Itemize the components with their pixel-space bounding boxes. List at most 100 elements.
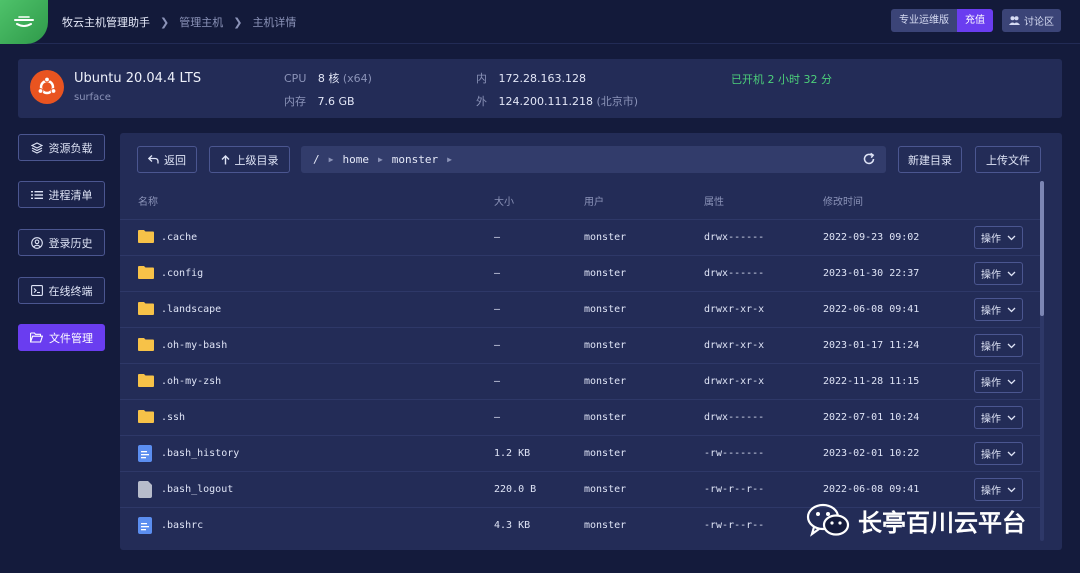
sidebar-item-login-history[interactable]: 登录历史: [18, 229, 105, 256]
path-segment[interactable]: home: [342, 153, 369, 166]
plan-group: 专业运维版 充值: [891, 9, 993, 32]
file-user: monster: [584, 340, 627, 351]
return-icon: [148, 155, 159, 164]
file-permissions: -rw-r--r--: [704, 520, 765, 531]
inner-ip: 172.28.163.128: [498, 72, 586, 85]
cpu-value: 8 核: [317, 72, 340, 85]
file-name[interactable]: .bash_history: [161, 448, 239, 459]
actions-dropdown[interactable]: 操作: [974, 442, 1023, 465]
sidebar-item-label: 进程清单: [48, 188, 93, 202]
file-permissions: drwxr-xr-x: [704, 376, 765, 387]
path-root[interactable]: /: [313, 153, 320, 166]
cpu-info: CPU 8 核 (x64): [284, 70, 372, 86]
file-permissions: -rw-r--r--: [704, 484, 765, 495]
scrollbar[interactable]: [1040, 181, 1044, 541]
file-permissions: drwx------: [704, 268, 765, 279]
caret-right-icon: ▶: [447, 155, 452, 164]
watermark-text: 长亭百川云平台: [858, 508, 1026, 537]
scrollbar-thumb[interactable]: [1040, 181, 1044, 316]
file-user: monster: [584, 484, 627, 495]
column-name[interactable]: 名称: [138, 193, 158, 208]
plan-badge[interactable]: 专业运维版: [891, 9, 957, 32]
actions-dropdown[interactable]: 操作: [974, 226, 1023, 249]
file-name[interactable]: .bash_logout: [161, 484, 233, 495]
sidebar-item-resource-load[interactable]: 资源负载: [18, 134, 105, 161]
file-modified: 2023-02-01 10:22: [823, 448, 920, 459]
file-user: monster: [584, 448, 627, 459]
sidebar-item-label: 登录历史: [48, 236, 93, 250]
path-segment[interactable]: monster: [392, 153, 438, 166]
table-row[interactable]: .landscape – monster drwxr-xr-x 2022-06-08 0…: [120, 291, 1040, 327]
ubuntu-icon: [30, 70, 64, 104]
column-permissions[interactable]: 属性: [704, 193, 724, 208]
chevron-down-icon: [1007, 451, 1016, 456]
path-bar[interactable]: / ▶ home ▶ monster ▶: [301, 146, 886, 173]
upload-file-button[interactable]: 上传文件: [975, 146, 1041, 173]
file-name[interactable]: .landscape: [161, 304, 221, 315]
parent-dir-button[interactable]: 上级目录: [209, 146, 290, 173]
file-size: –: [494, 304, 501, 315]
column-user[interactable]: 用户: [584, 193, 604, 208]
actions-label: 操作: [981, 342, 1001, 353]
app-logo[interactable]: [0, 0, 48, 44]
file-name[interactable]: .cache: [161, 232, 197, 243]
file-size: –: [494, 340, 501, 351]
layers-icon: [30, 141, 43, 154]
file-name[interactable]: .ssh: [161, 412, 185, 423]
text-file-icon: [138, 517, 152, 537]
uptime-status: 已开机 2 小时 32 分: [731, 73, 832, 86]
file-modified: 2022-09-23 09:02: [823, 232, 920, 243]
file-size: –: [494, 268, 501, 279]
table-row[interactable]: .config – monster drwx------ 2023-01-30 22:3…: [120, 255, 1040, 291]
user-circle-icon: [30, 236, 43, 249]
file-size: –: [494, 412, 501, 423]
folder-icon: [138, 409, 154, 426]
sidebar-item-label: 在线终端: [48, 284, 93, 298]
forum-button[interactable]: 讨论区: [1002, 9, 1061, 32]
recharge-button[interactable]: 充值: [957, 9, 993, 32]
actions-label: 操作: [981, 450, 1001, 461]
arrow-up-icon: [221, 154, 229, 164]
actions-dropdown[interactable]: 操作: [974, 406, 1023, 429]
refresh-icon[interactable]: [862, 152, 876, 166]
sidebar-item-process-list[interactable]: 进程清单: [18, 181, 105, 208]
table-row[interactable]: .cache – monster drwx------ 2022-09-23 09:02…: [120, 219, 1040, 255]
actions-dropdown[interactable]: 操作: [974, 370, 1023, 393]
breadcrumb-home[interactable]: 牧云主机管理助手: [62, 14, 150, 30]
sidebar-item-file-manager[interactable]: 文件管理: [18, 324, 105, 351]
sidebar-item-terminal[interactable]: 在线终端: [18, 277, 105, 304]
actions-label: 操作: [981, 486, 1001, 497]
table-row[interactable]: .ssh – monster drwx------ 2022-07-01 10:24 操作: [120, 399, 1040, 435]
table-row[interactable]: .bash_history 1.2 KB monster -rw------- 2023…: [120, 435, 1040, 471]
caret-right-icon: ▶: [377, 155, 383, 164]
file-name[interactable]: .oh-my-zsh: [161, 376, 221, 387]
table-row[interactable]: .oh-my-bash – monster drwxr-xr-x 2023-01-17 …: [120, 327, 1040, 363]
chevron-right-icon: ❯: [160, 15, 170, 29]
file-manager-panel: 返回 上级目录 / ▶ home ▶ monster ▶ 新建目录 上传文件 名…: [120, 133, 1062, 550]
actions-dropdown[interactable]: 操作: [974, 478, 1023, 501]
file-modified: 2022-06-08 09:41: [823, 304, 920, 315]
file-name[interactable]: .bashrc: [161, 520, 203, 531]
file-permissions: drwxr-xr-x: [704, 304, 765, 315]
new-folder-button[interactable]: 新建目录: [898, 146, 962, 173]
actions-label: 操作: [981, 378, 1001, 389]
table-row[interactable]: .oh-my-zsh – monster drwxr-xr-x 2022-11-28 1…: [120, 363, 1040, 399]
caret-right-icon: ▶: [328, 155, 334, 164]
sidebar-item-label: 文件管理: [49, 331, 93, 345]
folder-icon: [138, 337, 154, 354]
actions-dropdown[interactable]: 操作: [974, 298, 1023, 321]
file-size: –: [494, 232, 501, 243]
file-name[interactable]: .oh-my-bash: [161, 340, 227, 351]
mem-label: 内存: [284, 95, 306, 108]
column-modified[interactable]: 修改时间: [823, 193, 863, 208]
back-button[interactable]: 返回: [137, 146, 197, 173]
sidebar-item-label: 资源负载: [48, 141, 93, 155]
actions-dropdown[interactable]: 操作: [974, 262, 1023, 285]
os-name: Ubuntu 20.04.4 LTS: [74, 71, 202, 86]
column-size[interactable]: 大小: [494, 193, 514, 208]
file-modified: 2022-07-01 10:24: [823, 412, 920, 423]
breadcrumb-hosts[interactable]: 管理主机: [179, 14, 223, 30]
folder-icon: [138, 373, 154, 390]
actions-dropdown[interactable]: 操作: [974, 334, 1023, 357]
file-name[interactable]: .config: [161, 268, 203, 279]
